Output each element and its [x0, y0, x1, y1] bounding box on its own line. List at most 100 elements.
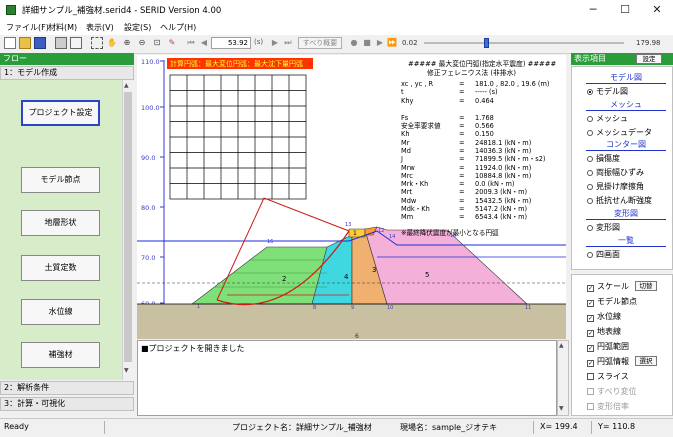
check-model-nodes[interactable]: ✓ モデル節点 — [587, 296, 637, 307]
zoom-fit-icon[interactable]: ⊡ — [151, 37, 163, 49]
title-bar: 詳細サンプル_補強材.serid4 - SERID Version 4.00 ─… — [0, 0, 673, 20]
new-file-icon[interactable] — [4, 37, 16, 49]
log-scrollbar[interactable]: ▲ ▼ — [557, 340, 569, 416]
next-frame-icon[interactable]: ▶ — [269, 37, 281, 49]
speed-slider-thumb[interactable] — [484, 38, 489, 48]
prev-frame-icon[interactable]: ◀ — [198, 37, 210, 49]
fast-forward-icon[interactable]: ⏩ — [386, 37, 398, 49]
result-label: Mr — [401, 139, 410, 147]
time-unit: (s) — [254, 38, 264, 46]
maximize-button[interactable]: ☐ — [609, 0, 641, 20]
view-mode-group: モデル図 モデル図 メッシュ メッシュ メッシュデータ コンター図 損傷度 両振… — [571, 66, 673, 270]
close-button[interactable]: ✕ — [641, 0, 673, 20]
section-calculation[interactable]: 3：計算・可視化 — [0, 397, 134, 411]
node-label: 16 — [267, 239, 273, 245]
zoom-in-icon[interactable]: ⊕ — [121, 37, 133, 49]
section-analysis-conditions[interactable]: 2：解析条件 — [0, 381, 134, 395]
time-input[interactable]: 53.92 — [211, 37, 251, 49]
layer-shape-button[interactable]: 地層形状 — [21, 210, 100, 236]
first-frame-icon[interactable]: ⏮ — [185, 37, 197, 49]
radio-shear-strength[interactable]: 抵抗せん断強度 — [587, 195, 652, 206]
save-icon[interactable] — [34, 37, 46, 49]
print-preview-icon[interactable] — [70, 37, 82, 49]
check-ground-line[interactable]: ✓ 地表線 — [587, 326, 621, 337]
menu-settings[interactable]: 設定(S) — [124, 22, 151, 33]
node-label: 10 — [387, 305, 393, 311]
node-label: 12 — [378, 228, 384, 234]
result-label: Mrc — [401, 172, 413, 180]
result-label: Mdw — [401, 197, 417, 205]
stop-icon[interactable]: ■ — [361, 37, 373, 49]
water-level-button[interactable]: 水位線 — [21, 299, 100, 325]
result-eq: = — [459, 88, 465, 96]
menu-material[interactable]: 材料(M) — [48, 22, 77, 33]
menu-file[interactable]: ファイル(F) — [6, 22, 49, 33]
result-eq: = — [459, 122, 465, 130]
display-settings-button[interactable]: 設定 — [636, 54, 662, 64]
zoom-out-icon[interactable]: ⊖ — [136, 37, 148, 49]
radio-double-amplitude-strain[interactable]: 両振幅ひずみ — [587, 167, 644, 178]
select-icon[interactable] — [91, 37, 103, 49]
radio-four-panels[interactable]: 四画面 — [587, 249, 620, 260]
play-icon[interactable]: ▶ — [374, 37, 386, 49]
result-value: 6543.4 (kN・m) — [475, 213, 527, 221]
result-label: Mrk・Kh — [401, 180, 428, 188]
reinforcement-button[interactable]: 補強材 — [21, 342, 100, 368]
minimize-button[interactable]: ─ — [577, 0, 609, 20]
radio-model-view[interactable]: モデル図 — [587, 86, 628, 97]
radio-apparent-friction-angle[interactable]: 見掛け摩擦角 — [587, 181, 644, 192]
radio-mesh[interactable]: メッシュ — [587, 113, 628, 124]
result-label: Khy — [401, 97, 414, 105]
open-folder-icon[interactable] — [19, 37, 31, 49]
model-nodes-button[interactable]: モデル節点 — [21, 167, 100, 193]
project-settings-button[interactable]: プロジェクト設定 — [21, 100, 100, 126]
record-icon[interactable]: ● — [348, 37, 360, 49]
flow-panel-scrollbar[interactable]: ▲ ▼ — [122, 80, 134, 380]
node-label: 8 — [313, 305, 316, 311]
log-line: ■プロジェクトを開きました — [141, 344, 245, 353]
radio-deform-view[interactable]: 変形図 — [587, 222, 620, 233]
result-note: ※最終降伏震度が最小となる円弧 — [401, 228, 499, 237]
result-eq: = — [459, 164, 465, 172]
status-bar: Ready プロジェクト名：詳細サンプル_補強材 現場名：sample_ジオテキ… — [0, 418, 673, 437]
menu-view[interactable]: 表示(V) — [86, 22, 114, 33]
section-model-creation[interactable]: 1：モデル作成 — [0, 66, 134, 80]
result-value: 0.464 — [475, 97, 494, 105]
app-icon — [6, 5, 16, 15]
model-canvas[interactable]: 110.0 100.0 90.0 80.0 70.0 60.0 計算円弧：最大変… — [137, 55, 566, 339]
last-frame-icon[interactable]: ⏭ — [282, 37, 294, 49]
check-scale[interactable]: ✓ スケール — [587, 281, 629, 292]
check-water-level[interactable]: ✓ 水位線 — [587, 311, 621, 322]
check-arc-range[interactable]: ✓ 円弧範囲 — [587, 341, 629, 352]
radio-mesh-data[interactable]: メッシュデータ — [587, 127, 652, 138]
flow-panel-header: フロー — [0, 53, 134, 65]
message-log[interactable]: ■プロジェクトを開きました — [137, 340, 557, 416]
color-icon[interactable]: ✎ — [166, 37, 178, 49]
result-eq: = — [459, 213, 465, 221]
check-slip-displacement[interactable]: すべり変位 — [587, 386, 636, 397]
node-label: 13 — [345, 222, 351, 228]
check-deform-scale[interactable]: 変形倍率 — [587, 401, 629, 412]
check-arc-info[interactable]: ✓ 円弧情報 — [587, 356, 629, 367]
flow-panel-body: プロジェクト設定 モデル節点 地層形状 土質定数 水位線 補強材 — [0, 80, 122, 380]
result-label: J — [400, 155, 403, 163]
toolbar: ✋ ⊕ ⊖ ⊡ ✎ ⏮ ◀ 53.92 (s) ▶ ⏭ すべり概要 ● ■ ▶ … — [0, 35, 673, 54]
speed-slider-track[interactable] — [424, 42, 624, 44]
result-eq: = — [459, 97, 465, 105]
print-icon[interactable] — [55, 37, 67, 49]
result-label: Md — [401, 147, 411, 155]
slip-summary-button[interactable]: すべり概要 — [298, 37, 342, 49]
status-x-coord: X= 199.4 — [540, 422, 578, 431]
arc-select-button[interactable]: 選択 — [635, 356, 657, 366]
pan-icon[interactable]: ✋ — [106, 37, 118, 49]
result-eq: = — [459, 180, 465, 188]
y-tick-label: 80.0 — [141, 204, 155, 212]
check-slices[interactable]: スライス — [587, 371, 629, 382]
menu-help[interactable]: ヘルプ(H) — [160, 22, 196, 33]
radio-damage[interactable]: 損傷度 — [587, 153, 620, 164]
scale-toggle-button[interactable]: 切替 — [635, 281, 657, 291]
result-eq: = — [459, 188, 465, 196]
soil-constants-button[interactable]: 土質定数 — [21, 255, 100, 281]
y-tick-label: 100.0 — [141, 104, 160, 112]
layer-label: 1 — [353, 230, 357, 237]
